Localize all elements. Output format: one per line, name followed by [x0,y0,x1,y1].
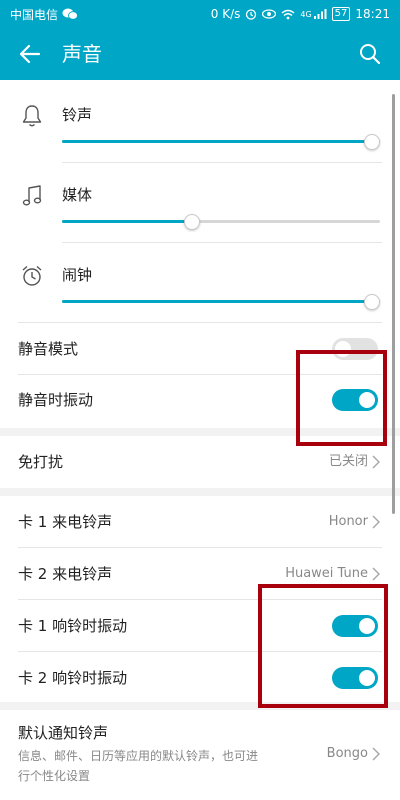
divider [18,322,382,323]
highlight-box-vibrate-silent [296,350,387,446]
bell-icon [18,102,46,130]
sim1-vibrate-label: 卡 1 响铃时振动 [18,617,128,635]
ringtone-volume-row: 铃声 [0,84,400,162]
silent-mode-label: 静音模式 [18,340,79,358]
notification-ringtone-label: 默认通知铃声 [18,724,109,742]
slider-fill [62,140,380,143]
notification-ringtone-value: Bongo [326,746,368,761]
network-type: 4G [300,9,312,19]
chevron-right-icon [370,746,382,762]
wechat-icon [62,8,78,20]
divider [62,242,382,243]
highlight-box-sim-vibrate [258,584,388,708]
sim1-ringtone-row[interactable]: 卡 1 来电铃声 Honor [0,496,400,547]
slider-fill [62,300,380,303]
slider-thumb[interactable] [364,134,380,150]
music-note-icon [18,182,46,210]
slider-fill [62,220,193,223]
chevron-right-icon [370,566,382,582]
sim2-ringtone-value: Huawei Tune [285,566,368,581]
notification-ringtone-description: 信息、邮件、日历等应用的默认铃声，也可进行个性化设置 [18,749,259,783]
status-left: 中国电信 [10,6,78,23]
app-bar: 声音 [0,28,400,80]
chevron-right-icon [370,454,382,470]
sim1-ringtone-value: Honor [328,514,368,529]
sim2-vibrate-label: 卡 2 响铃时振动 [18,669,128,687]
divider [62,162,382,163]
carrier-label: 中国电信 [10,7,59,22]
battery-indicator: 57 [331,7,351,21]
search-button[interactable] [356,40,384,68]
back-arrow-icon [19,44,41,64]
status-right: 0 K/s 4G 57 18:21 [211,7,390,21]
scrollbar[interactable] [392,94,395,514]
page-title: 声音 [62,42,102,66]
ringtone-volume-label: 铃声 [62,106,93,124]
status-bar: 中国电信 0 K/s 4G 57 18:21 [0,0,400,28]
alarm-volume-label: 闹钟 [62,266,93,284]
eye-icon [262,9,277,19]
vibrate-silent-label: 静音时振动 [18,391,94,409]
media-volume-row: 媒体 [0,164,400,242]
wifi-icon [281,9,295,19]
signal-icon [313,9,327,19]
alarm-status-icon [246,9,257,20]
slider-thumb[interactable] [184,214,201,230]
alarm-clock-icon [18,262,46,290]
media-volume-slider[interactable] [62,214,380,230]
clock: 18:21 [355,7,390,21]
do-not-disturb-value: 已关闭 [328,454,368,469]
sim2-ringtone-label: 卡 2 来电铃声 [18,565,113,583]
do-not-disturb-label: 免打扰 [18,453,64,471]
ringtone-volume-slider[interactable] [62,134,380,150]
notification-ringtone-card[interactable]: 默认通知铃声 信息、邮件、日历等应用的默认铃声，也可进行个性化设置 Bongo [0,710,400,800]
slider-thumb[interactable] [364,294,380,310]
sim1-ringtone-label: 卡 1 来电铃声 [18,513,113,531]
alarm-volume-slider[interactable] [62,294,380,310]
alarm-volume-row: 闹钟 [0,244,400,322]
network-speed: 0 K/s [210,7,241,21]
chevron-right-icon [370,514,382,530]
search-icon [360,44,381,65]
media-volume-label: 媒体 [62,186,93,204]
back-button[interactable] [16,40,44,68]
